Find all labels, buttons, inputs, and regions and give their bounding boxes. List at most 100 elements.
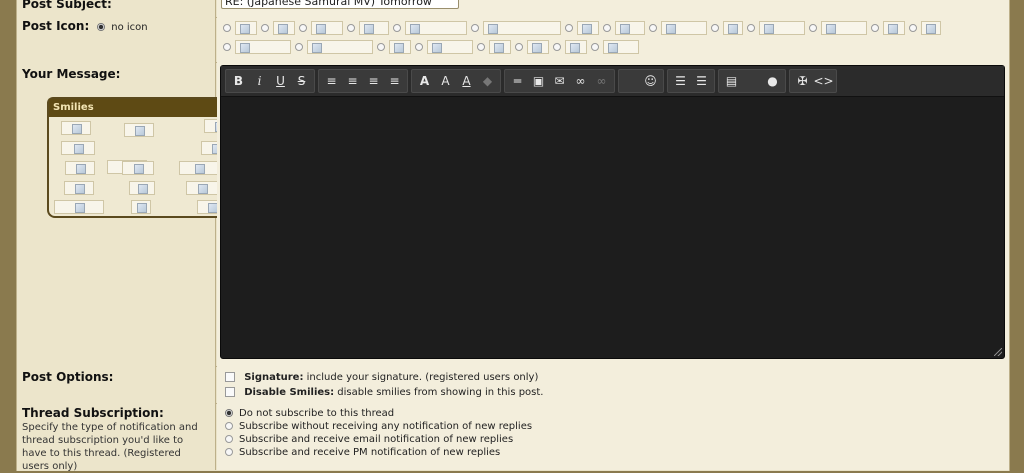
post-icon-option[interactable] [603, 20, 645, 36]
post-icon-radio[interactable] [711, 24, 719, 32]
post-icon-option[interactable] [747, 20, 805, 36]
post-icon-option[interactable] [347, 20, 389, 36]
post-icon-option[interactable] [415, 39, 473, 55]
italic-button[interactable]: i [249, 70, 270, 92]
post-icon-option[interactable] [871, 20, 905, 36]
maximize-icon[interactable]: ✠ [792, 70, 813, 92]
smiley-image-icon[interactable] [54, 200, 104, 214]
smiley-icon[interactable]: ☺ [640, 70, 661, 92]
smiley-image-icon[interactable] [131, 200, 151, 214]
post-icon-option[interactable] [223, 20, 257, 36]
subscription-radio[interactable] [225, 435, 233, 443]
message-label: Your Message: [22, 67, 121, 81]
align-left-icon[interactable]: ≡ [321, 70, 342, 92]
broken-image-icon [311, 21, 343, 35]
quote-icon[interactable]: ● [762, 70, 783, 92]
post-icon-option[interactable] [553, 39, 587, 55]
image-icon[interactable]: ▣ [528, 70, 549, 92]
horizontal-rule-icon[interactable]: ═ [507, 70, 528, 92]
post-icon-option[interactable] [261, 20, 295, 36]
post-icon-radio[interactable] [223, 24, 231, 32]
post-icon-radio[interactable] [415, 43, 423, 51]
post-icon-option[interactable] [471, 20, 561, 36]
post-icon-option[interactable] [477, 39, 511, 55]
post-icon-option[interactable] [515, 39, 549, 55]
post-icon-radio[interactable] [809, 24, 817, 32]
subscription-option[interactable]: Subscribe and receive PM notification of… [225, 447, 500, 458]
smiley-image-icon[interactable] [65, 161, 95, 175]
post-icon-option[interactable] [565, 20, 599, 36]
post-icon-option[interactable] [295, 39, 373, 55]
post-options-label: Post Options: [22, 370, 114, 384]
link-icon[interactable]: ∞ [570, 70, 591, 92]
unlink-icon[interactable]: ∞ [591, 70, 612, 92]
post-icon-radio[interactable] [553, 43, 561, 51]
smiley-image-icon[interactable] [129, 181, 155, 195]
post-icon-radio[interactable] [299, 24, 307, 32]
resize-grip-icon[interactable] [994, 348, 1002, 356]
post-icon-radio[interactable] [565, 24, 573, 32]
post-icon-radio[interactable] [377, 43, 385, 51]
disable-smilies-checkbox[interactable] [225, 387, 235, 397]
broken-image-icon [389, 40, 411, 54]
post-icon-option[interactable] [223, 39, 291, 55]
post-icon-option[interactable] [711, 20, 743, 36]
smiley-image-icon[interactable] [179, 161, 219, 175]
underline-button[interactable]: U [270, 70, 291, 92]
subscription-option[interactable]: Subscribe and receive email notification… [225, 434, 513, 445]
post-icon-options [221, 20, 1001, 58]
post-icon-option[interactable] [377, 39, 411, 55]
signature-desc: include your signature. (registered user… [306, 372, 539, 383]
post-icon-option[interactable] [393, 20, 467, 36]
post-icon-radio[interactable] [603, 24, 611, 32]
post-icon-radio[interactable] [261, 24, 269, 32]
subscription-radio[interactable] [225, 409, 233, 417]
subscription-option[interactable]: Subscribe without receiving any notifica… [225, 421, 532, 432]
post-icon-option[interactable] [299, 20, 343, 36]
post-icon-option[interactable] [649, 20, 707, 36]
strike-button[interactable]: S [291, 70, 312, 92]
source-icon[interactable]: ▤ [721, 70, 742, 92]
smiley-image-icon[interactable] [186, 181, 218, 195]
font-button[interactable]: A [414, 70, 435, 92]
post-icon-radio[interactable] [347, 24, 355, 32]
numbered-list-icon[interactable]: ☰ [691, 70, 712, 92]
message-editor[interactable]: B i U S ≡ ≡ ≡ ≡ A A A ◆ ═ ▣ ✉ ∞ ∞ ☺ ☰ ☰ … [220, 65, 1005, 359]
post-icon-radio[interactable] [515, 43, 523, 51]
post-icon-radio[interactable] [747, 24, 755, 32]
subscription-radio[interactable] [225, 448, 233, 456]
signature-checkbox[interactable] [225, 372, 235, 382]
post-icon-label: Post Icon: [22, 19, 90, 33]
color-button[interactable]: A [456, 70, 477, 92]
post-icon-option[interactable] [591, 39, 639, 55]
subscription-radio[interactable] [225, 422, 233, 430]
subscription-option[interactable]: Do not subscribe to this thread [225, 408, 394, 419]
size-button[interactable]: A [435, 70, 456, 92]
post-icon-radio[interactable] [909, 24, 917, 32]
email-icon[interactable]: ✉ [549, 70, 570, 92]
post-icon-radio[interactable] [477, 43, 485, 51]
post-icon-radio[interactable] [295, 43, 303, 51]
post-icon-radio[interactable] [223, 43, 231, 51]
post-icon-radio[interactable] [871, 24, 879, 32]
smiley-image-icon[interactable] [61, 141, 95, 155]
subject-input[interactable]: RE: (Japanese Samurai MV) Tomorrow [221, 0, 459, 9]
code-icon[interactable]: <> [813, 70, 834, 92]
smiley-image-icon[interactable] [61, 121, 91, 135]
justify-icon[interactable]: ≡ [384, 70, 405, 92]
align-right-icon[interactable]: ≡ [363, 70, 384, 92]
post-icon-radio[interactable] [649, 24, 657, 32]
eraser-icon[interactable]: ◆ [477, 70, 498, 92]
smiley-image-icon[interactable] [64, 181, 94, 195]
align-center-icon[interactable]: ≡ [342, 70, 363, 92]
post-icon-option[interactable] [909, 20, 941, 36]
post-icon-radio[interactable] [591, 43, 599, 51]
post-icon-radio[interactable] [393, 24, 401, 32]
post-icon-radio[interactable] [471, 24, 479, 32]
bullet-list-icon[interactable]: ☰ [670, 70, 691, 92]
smiley-image-icon[interactable] [124, 123, 154, 137]
post-icon-option[interactable] [809, 20, 867, 36]
smiley-image-icon[interactable] [122, 161, 154, 175]
no-icon-radio[interactable] [96, 23, 105, 31]
bold-button[interactable]: B [228, 70, 249, 92]
